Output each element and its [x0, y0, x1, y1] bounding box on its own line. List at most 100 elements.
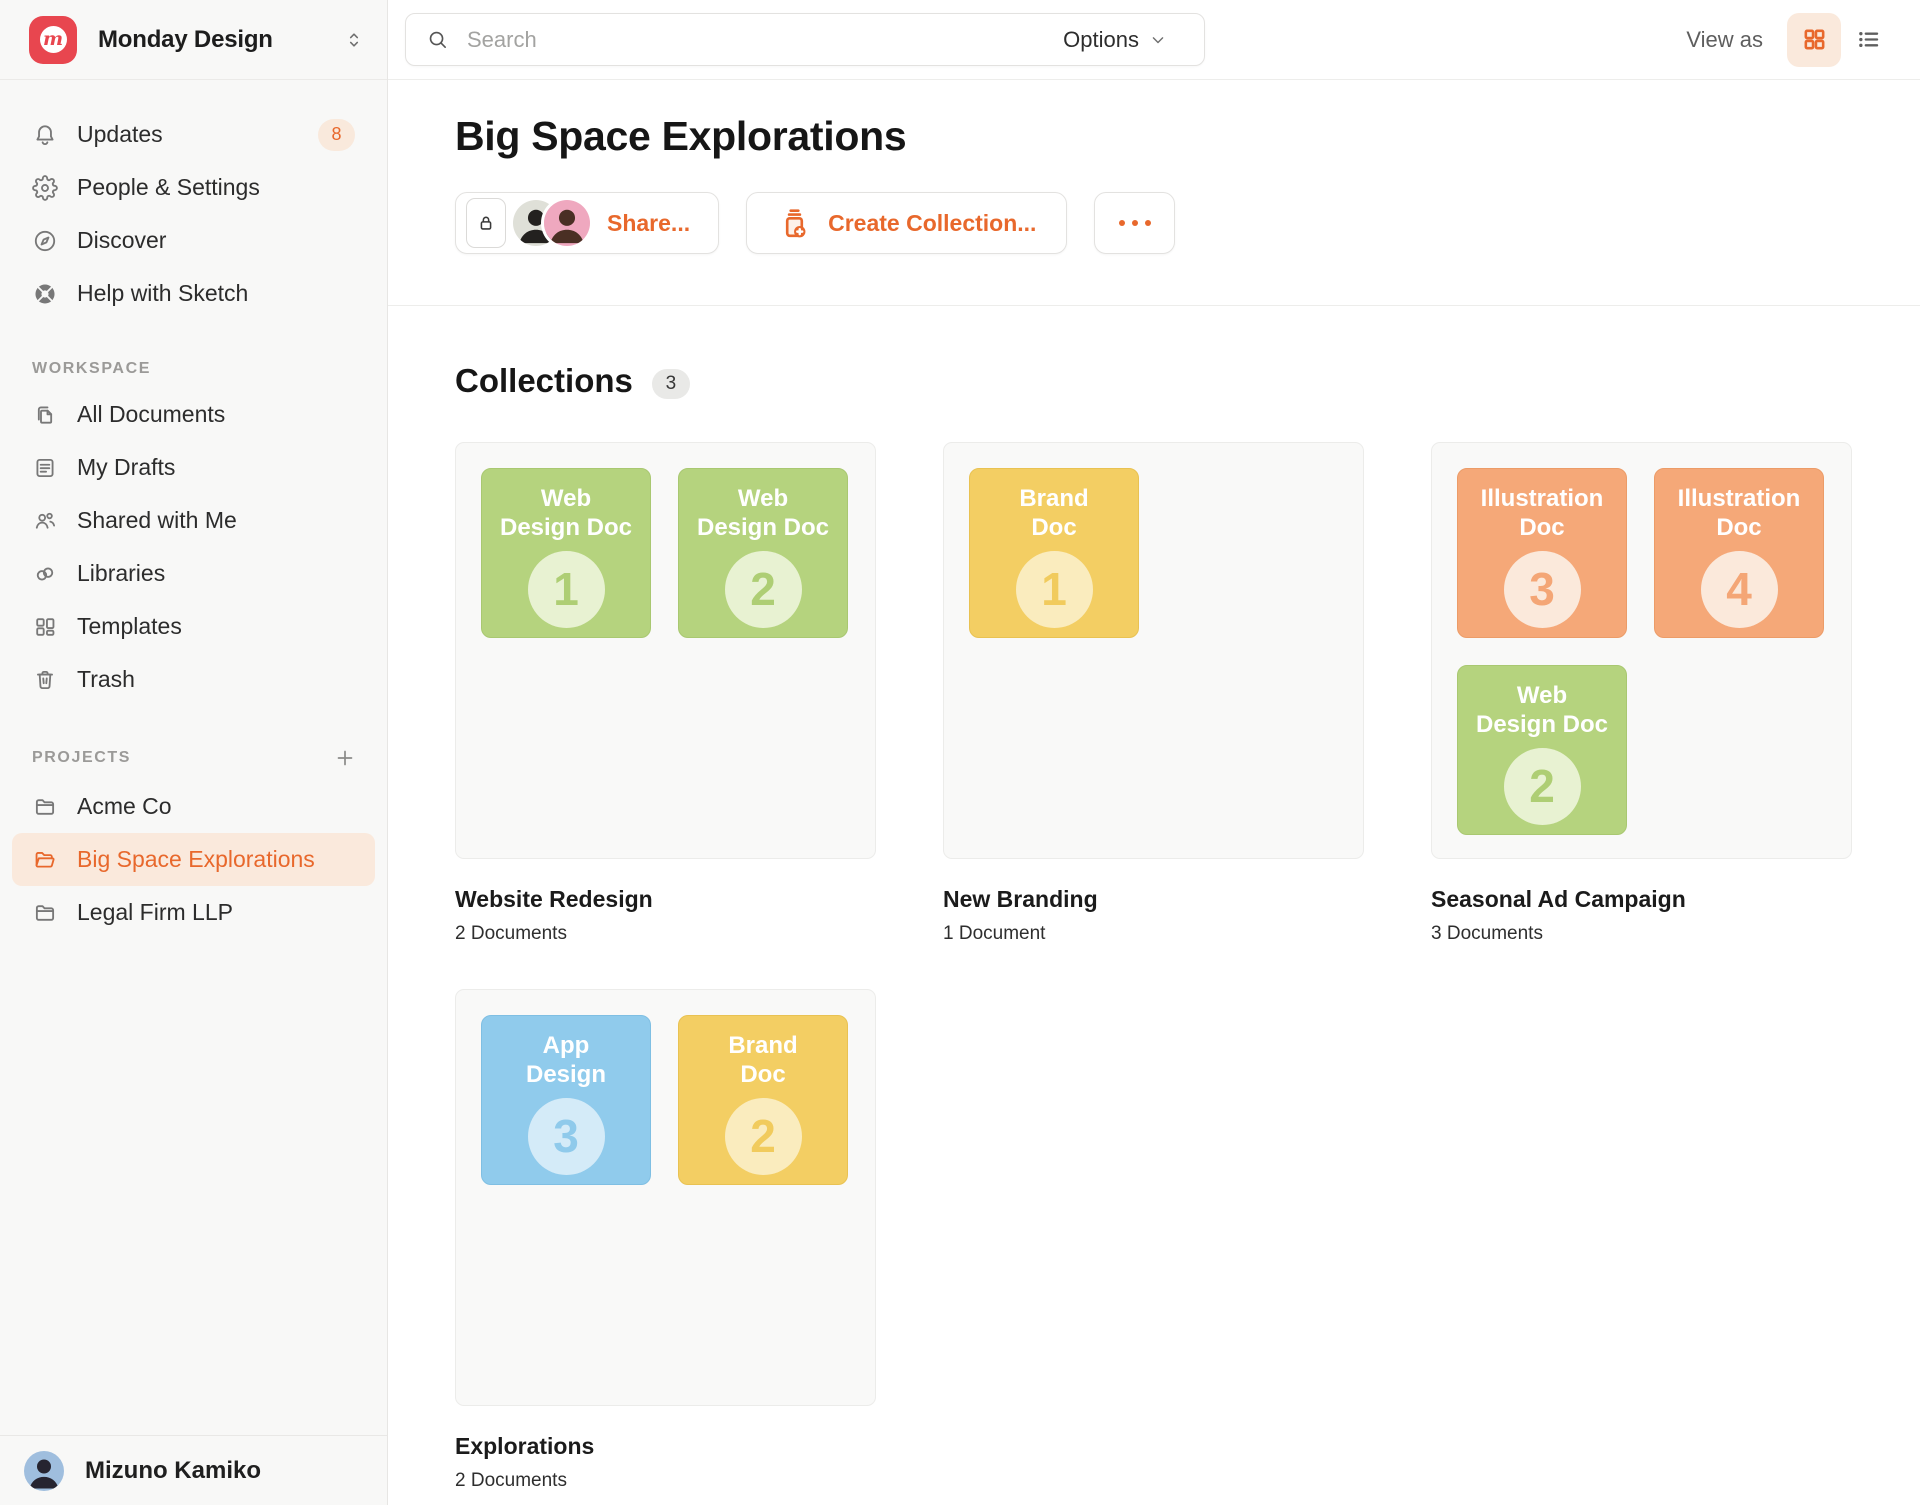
sidebar-item-legal-firm-llp[interactable]: Legal Firm LLP: [12, 886, 375, 939]
app-window: m Monday Design Updates 8 People & Setting…: [0, 0, 1920, 1505]
share-button[interactable]: Share...: [455, 192, 720, 254]
sidebar-item-label: Big Space Explorations: [77, 846, 315, 872]
dots-icon: [1131, 220, 1138, 226]
search-icon: [426, 28, 449, 51]
document-tile-title: Web Design Doc: [696, 485, 830, 542]
collection-doc-count: 2 Documents: [455, 923, 567, 944]
sidebar-item-libraries[interactable]: Libraries: [12, 547, 375, 600]
add-project-button[interactable]: [333, 746, 357, 770]
sidebar-item-help-with-sketch[interactable]: Help with Sketch: [12, 267, 375, 320]
grid-view-icon: [1801, 26, 1828, 53]
search-input[interactable]: [465, 25, 1064, 54]
sidebar-item-discover[interactable]: Discover: [12, 214, 375, 267]
grid-view-button[interactable]: [1787, 12, 1841, 67]
view-toggle-group: View as: [1686, 12, 1895, 67]
document-tile: Web Design Doc 2: [678, 468, 848, 638]
bell-icon: [32, 122, 58, 148]
sidebar-item-label: People & Settings: [77, 174, 260, 200]
sidebar-item-big-space-explorations[interactable]: Big Space Explorations: [12, 833, 375, 886]
workspace-switcher[interactable]: m Monday Design: [0, 0, 387, 80]
sidebar-item-label: Trash: [77, 666, 135, 692]
document-tile-number: 2: [1503, 747, 1581, 825]
draft-icon: [32, 455, 58, 481]
section-header-workspace: WORKSPACE: [32, 360, 365, 378]
collection-card[interactable]: Illustration Doc 3 Illustration Doc 4 Web Desig…: [1431, 442, 1852, 859]
document-tile-title: Illustration Doc: [1480, 485, 1604, 542]
dots-icon: [1118, 220, 1125, 226]
folder-open-icon: [32, 847, 58, 873]
document-tile: Brand Doc 2: [678, 1015, 848, 1185]
documents-icon: [32, 402, 58, 428]
document-tile: Brand Doc 1: [969, 468, 1139, 638]
create-collection-icon: [777, 206, 812, 241]
collection-title: Explorations: [455, 1433, 595, 1459]
sidebar-item-people-settings[interactable]: People & Settings: [12, 161, 375, 214]
grid-small-icon: [32, 614, 58, 640]
sidebar-item-templates[interactable]: Templates: [12, 600, 375, 653]
chevron-up-down-icon: [343, 29, 365, 51]
section-title: WORKSPACE: [32, 360, 151, 377]
workspace-name: Monday Design: [98, 25, 273, 53]
document-tile-title: App Design: [525, 1032, 606, 1089]
search-options-button[interactable]: Options: [1063, 27, 1184, 53]
section-title: PROJECTS: [32, 749, 132, 766]
document-tile-number: 1: [527, 550, 605, 628]
life-ring-icon: [32, 281, 58, 307]
user-account-row[interactable]: Mizuno Kamiko: [0, 1435, 387, 1505]
collection-block: Illustration Doc 3 Illustration Doc 4 Web Desig…: [1431, 442, 1852, 945]
more-options-button[interactable]: [1094, 192, 1176, 254]
share-avatar-stack: [513, 200, 590, 246]
create-collection-button[interactable]: Create Collection...: [746, 192, 1068, 254]
sidebar: m Monday Design Updates 8 People & Setting…: [0, 0, 388, 1505]
page-title: Big Space Explorations: [455, 113, 907, 159]
chevron-down-icon: [1148, 30, 1168, 50]
document-tile-title: Illustration Doc: [1677, 485, 1801, 542]
sidebar-item-label: Templates: [77, 613, 182, 639]
document-tile-title: Web Design Doc: [499, 485, 633, 542]
avatar: [544, 200, 590, 246]
sidebar-item-label: Acme Co: [77, 793, 172, 819]
collections-count-badge: 3: [651, 369, 690, 399]
list-view-button[interactable]: [1841, 13, 1895, 67]
search-options-label: Options: [1063, 26, 1139, 52]
sidebar-item-label: Legal Firm LLP: [77, 899, 233, 925]
document-tile: App Design 3: [481, 1015, 651, 1185]
collection-card[interactable]: App Design 3 Brand Doc 2: [455, 989, 876, 1406]
section-divider: [388, 305, 1920, 306]
sidebar-item-label: Shared with Me: [77, 507, 237, 533]
collection-card[interactable]: Brand Doc 1: [943, 442, 1364, 859]
collection-block: App Design 3 Brand Doc 2 Explorations 2 Documen…: [455, 989, 876, 1492]
rings-icon: [32, 561, 58, 587]
collection-block: Brand Doc 1 New Branding 1 Document: [943, 442, 1364, 945]
collection-title: Seasonal Ad Campaign: [1431, 886, 1686, 912]
collection-doc-count: 3 Documents: [1431, 923, 1543, 944]
collection-title: Website Redesign: [455, 886, 653, 912]
sidebar-item-trash[interactable]: Trash: [12, 653, 375, 706]
people-icon: [32, 508, 58, 534]
sidebar-item-acme-co[interactable]: Acme Co: [12, 780, 375, 833]
sidebar-item-my-drafts[interactable]: My Drafts: [12, 441, 375, 494]
sidebar-item-all-documents[interactable]: All Documents: [12, 388, 375, 441]
search-bar: Options: [405, 13, 1205, 66]
user-name: Mizuno Kamiko: [85, 1456, 262, 1484]
collection-block: Web Design Doc 1 Web Design Doc 2 Website Rede…: [455, 442, 876, 945]
sidebar-item-updates[interactable]: Updates 8: [12, 108, 375, 161]
sidebar-item-label: Help with Sketch: [77, 280, 249, 306]
folder-icon: [32, 900, 58, 926]
list-view-icon: [1855, 26, 1882, 53]
sidebar-item-label: Discover: [77, 227, 167, 253]
sidebar-item-shared-with-me[interactable]: Shared with Me: [12, 494, 375, 547]
document-tile-number: 3: [1503, 550, 1581, 628]
lock-chip: [466, 198, 506, 248]
collection-card[interactable]: Web Design Doc 1 Web Design Doc 2: [455, 442, 876, 859]
user-avatar: [24, 1450, 64, 1491]
document-tile-title: Brand Doc: [1019, 485, 1089, 542]
view-as-label: View as: [1686, 26, 1763, 52]
gear-icon: [32, 174, 58, 201]
create-collection-label: Create Collection...: [828, 209, 1037, 236]
trash-icon: [32, 667, 58, 693]
document-tile-number: 2: [724, 550, 802, 628]
document-tile: Web Design Doc 1: [481, 468, 651, 638]
sidebar-item-label: Libraries: [77, 560, 166, 586]
share-button-label: Share...: [607, 209, 691, 236]
